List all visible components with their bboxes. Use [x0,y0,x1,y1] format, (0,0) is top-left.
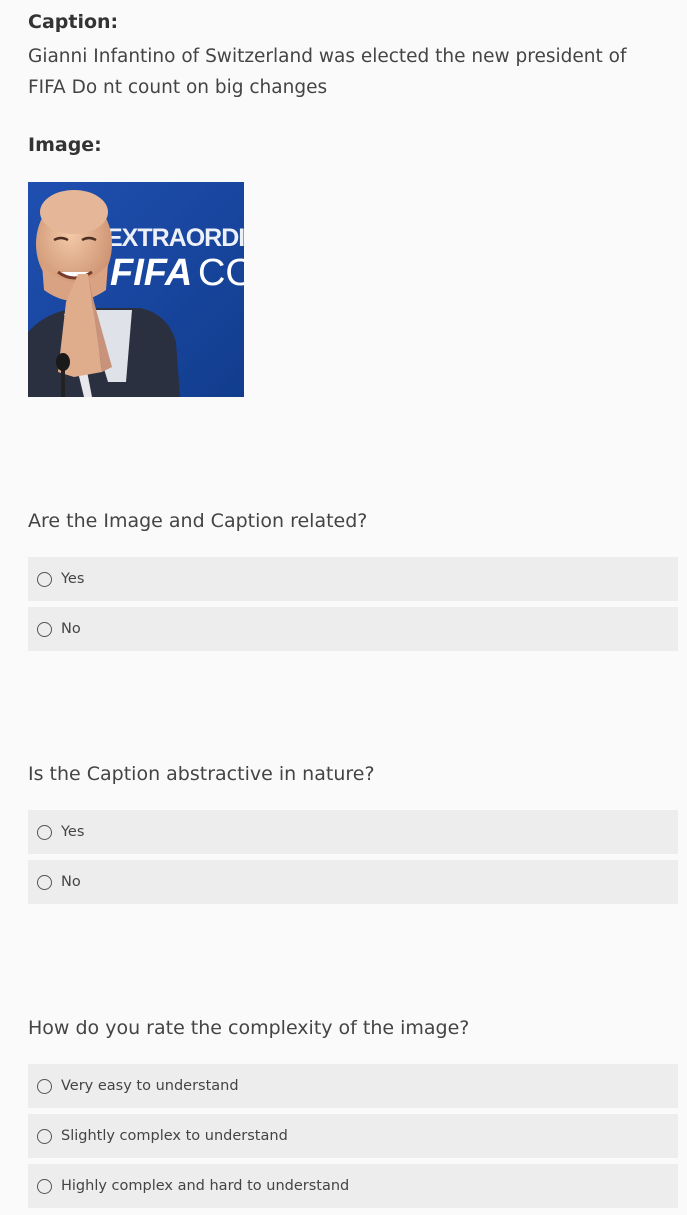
caption-text: Gianni Infantino of Switzerland was elec… [28,46,627,98]
question-abstractive: Is the Caption abstractive in nature? [28,763,375,785]
radio-button-icon[interactable] [37,621,52,637]
radio-button-icon[interactable] [37,1128,52,1144]
option-label: Very easy to understand [61,1078,239,1094]
option-complexity-slightly-complex[interactable]: Slightly complex to understand [28,1114,678,1158]
radio-button-icon[interactable] [37,824,52,840]
radio-button-icon[interactable] [37,1078,52,1094]
option-label: Yes [61,824,85,840]
option-related-yes[interactable]: Yes [28,557,678,601]
backdrop-text-line2: FIFA [110,252,192,294]
radio-button-icon[interactable] [37,571,52,587]
backdrop-text-line1: EXTRAORDIN [106,224,244,252]
option-label: No [61,621,81,637]
image-heading: Image: [28,134,102,156]
caption-heading: Caption: [28,11,119,33]
question-related: Are the Image and Caption related? [28,510,368,532]
option-complexity-highly-complex[interactable]: Highly complex and hard to understand [28,1164,678,1208]
question-complexity: How do you rate the complexity of the im… [28,1017,470,1039]
radio-button-icon[interactable] [37,1178,52,1194]
option-label: Slightly complex to understand [61,1128,288,1144]
radio-button-icon[interactable] [37,874,52,890]
option-abstractive-no[interactable]: No [28,860,678,904]
option-label: Highly complex and hard to understand [61,1178,350,1194]
option-label: No [61,874,81,890]
backdrop-text-line2-suffix: CO [198,252,244,294]
option-label: Yes [61,571,85,587]
caption-image: EXTRAORDIN FIFA CO [28,182,244,397]
option-complexity-very-easy[interactable]: Very easy to understand [28,1064,678,1108]
option-abstractive-yes[interactable]: Yes [28,810,678,854]
option-related-no[interactable]: No [28,607,678,651]
